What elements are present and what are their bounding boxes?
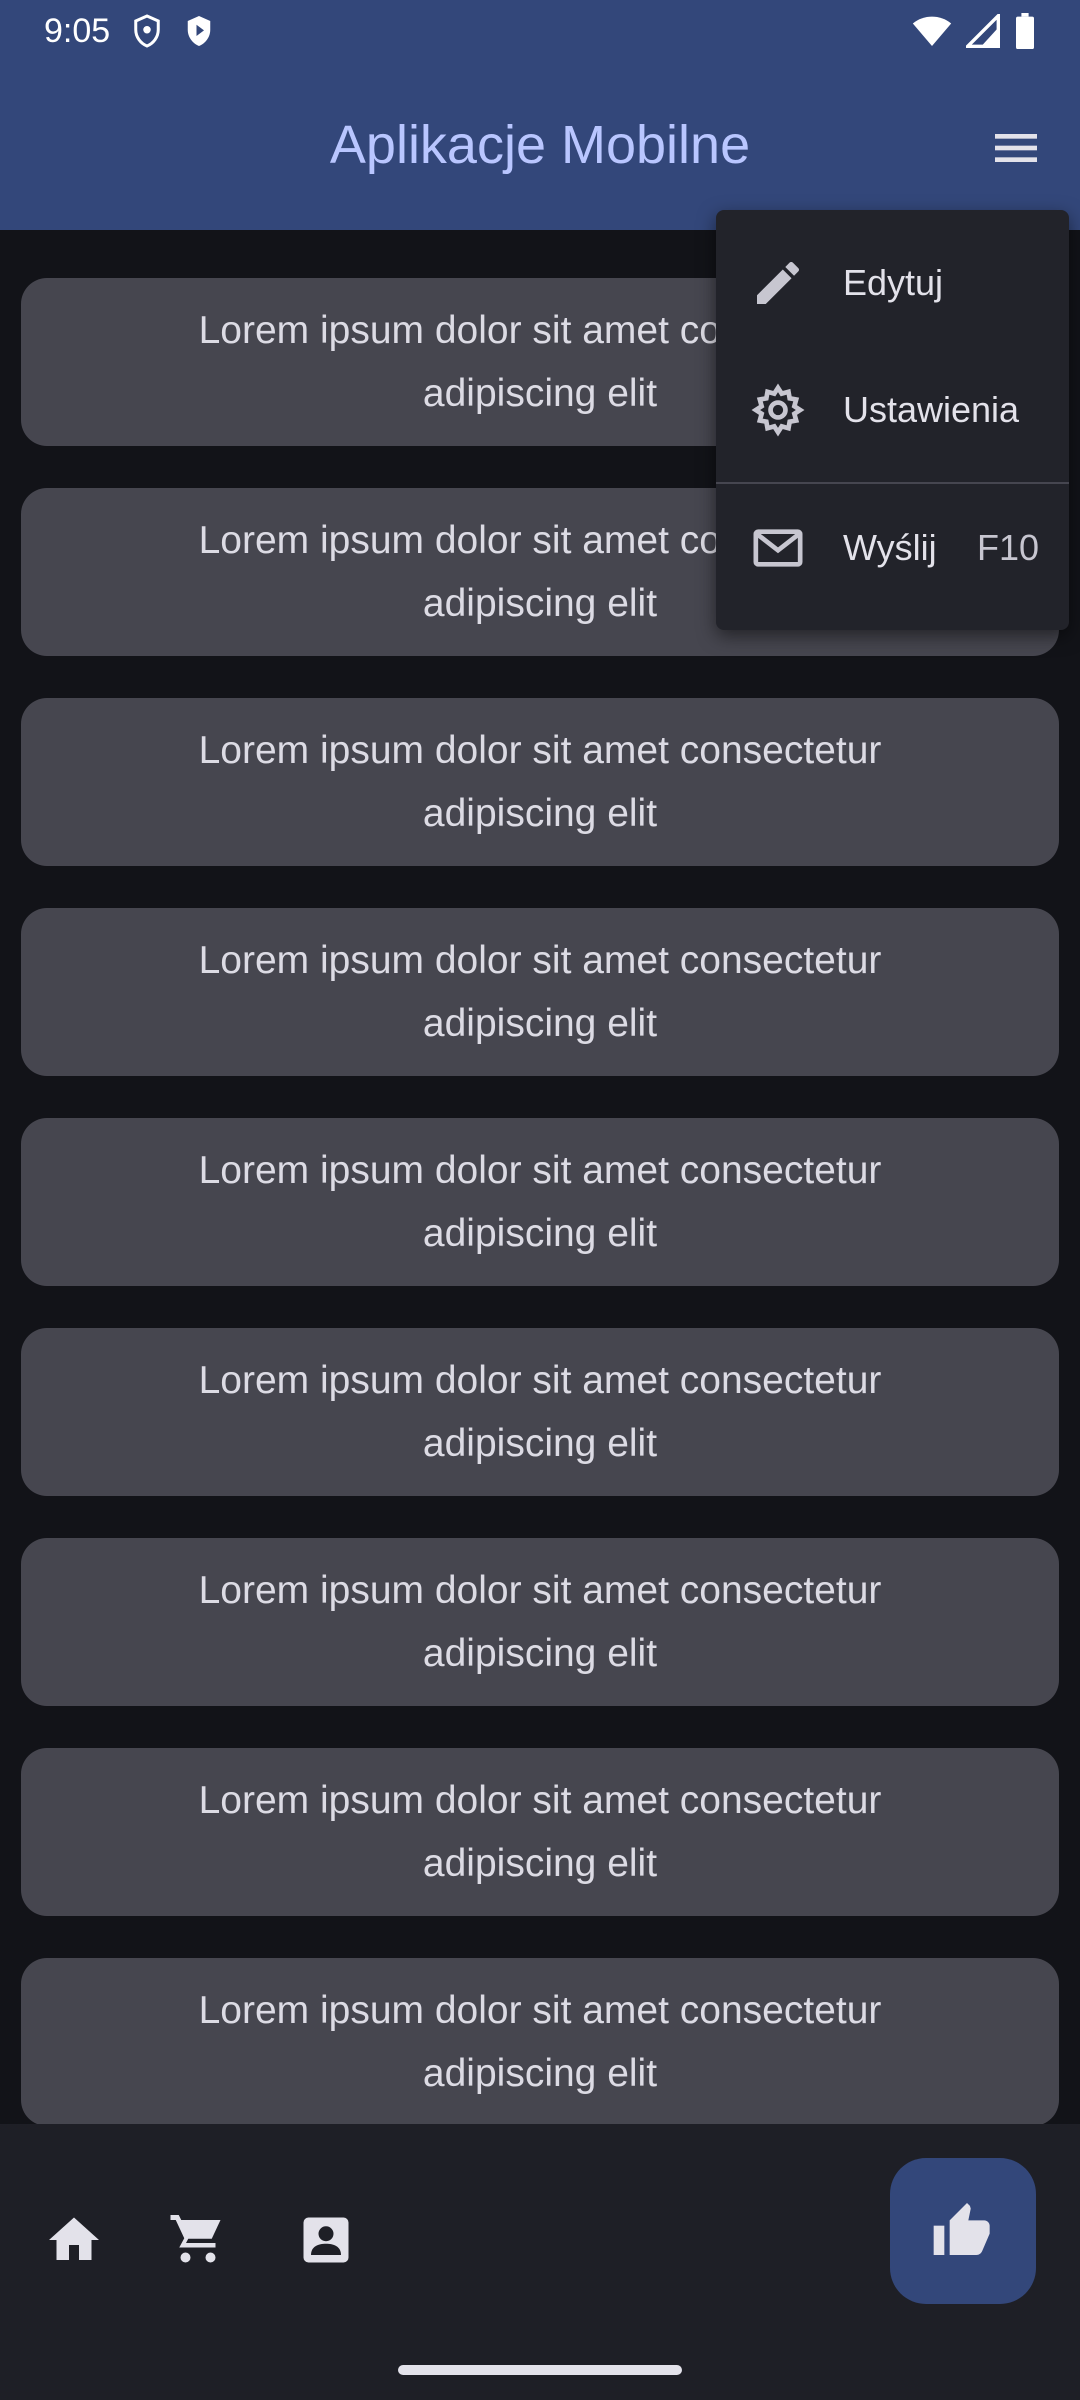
envelope-icon [753,529,803,567]
cart-button[interactable] [168,2210,228,2270]
menu-item-label: Wyślij [843,527,937,568]
status-bar: 9:05 [0,0,1080,62]
menu-item-send[interactable]: Wyślij F10 [716,493,1069,603]
menu-divider [716,482,1069,484]
overflow-menu: Edytuj Ustawienia Wyślij F10 [716,210,1069,630]
shield-outline-icon [134,14,160,48]
gear-icon [751,383,805,437]
home-icon [49,2217,99,2260]
battery-icon [1016,13,1034,49]
status-time: 9:05 [44,11,111,50]
menu-item-label: Edytuj [843,262,944,303]
hamburger-menu-icon [995,134,1037,162]
list-item[interactable]: Lorem ipsum dolor sit amet consectetur a… [21,908,1059,1076]
menu-item-edit[interactable]: Edytuj [716,228,1069,338]
like-fab-button[interactable] [890,2158,1036,2304]
wifi-icon [912,16,952,46]
signal-icon [966,14,1000,48]
app-bar: Aplikacje Mobilne [0,62,1080,230]
list-item[interactable]: Lorem ipsum dolor sit amet consectetur a… [21,1328,1059,1496]
list-item[interactable]: Lorem ipsum dolor sit amet consectetur a… [21,1958,1059,2126]
gesture-home-bar[interactable] [398,2365,682,2375]
thumb-up-icon [933,2203,990,2255]
shield-play-icon [187,16,211,46]
menu-item-settings[interactable]: Ustawienia [716,355,1069,465]
menu-button[interactable] [988,120,1044,176]
bottom-app-bar [0,2124,1080,2400]
menu-item-label: Ustawienia [843,389,1020,430]
contact-icon [303,2217,349,2263]
list-item[interactable]: Lorem ipsum dolor sit amet consectetur a… [21,1118,1059,1286]
list-item[interactable]: Lorem ipsum dolor sit amet consectetur a… [21,1538,1059,1706]
home-button[interactable] [44,2210,104,2270]
cart-icon [170,2215,221,2263]
contact-button[interactable] [296,2210,356,2270]
menu-item-shortcut: F10 [976,527,1039,568]
page-title: Aplikacje Mobilne [329,115,751,175]
list-item[interactable]: Lorem ipsum dolor sit amet consectetur a… [21,698,1059,866]
list-item[interactable]: Lorem ipsum dolor sit amet consectetur a… [21,1748,1059,1916]
pencil-icon [757,261,800,304]
